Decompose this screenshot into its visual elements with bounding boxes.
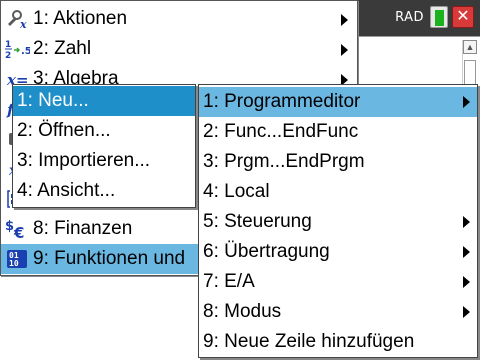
scroll-up-icon[interactable]: ▲ — [463, 40, 477, 54]
submenu-item-uebertragung[interactable]: 6: Übertragung — [199, 237, 477, 267]
submenu-item-local[interactable]: 4: Local — [199, 177, 477, 207]
svg-text:10: 10 — [9, 259, 19, 268]
submenu-item-label: 5: Steuerung — [203, 211, 312, 232]
svg-text:$: $ — [5, 219, 14, 234]
submenu-item-oeffnen[interactable]: 2: Öffnen... — [13, 116, 195, 146]
submenu-item-label: 8: Modus — [203, 301, 282, 322]
functions-programs-icon: 01 10 — [1, 244, 33, 274]
program-editor-submenu: 1: Programmeditor 2: Func...EndFunc 3: P… — [198, 84, 478, 358]
submenu-item-prgm-endprgm[interactable]: 3: Prgm...EndPrgm — [199, 147, 477, 177]
submenu-item-ansicht[interactable]: 4: Ansicht... — [13, 176, 195, 206]
menu-item-zahl[interactable]: 1 2 .5 2: Zahl — [1, 34, 357, 64]
submenu-item-label: 1: Programmeditor — [203, 91, 361, 112]
actions-icon: x — [1, 4, 33, 34]
menu-item-label: 8: Finanzen — [33, 218, 133, 239]
number-icon: 1 2 .5 — [1, 34, 33, 64]
battery-icon — [430, 6, 448, 28]
angle-mode-indicator: RAD — [395, 9, 424, 25]
menu-item-aktionen[interactable]: x 1: Aktionen — [1, 4, 357, 34]
submenu-arrow-icon — [463, 216, 470, 228]
svg-text:.5: .5 — [21, 46, 30, 57]
submenu-item-label: 6: Übertragung — [203, 241, 330, 262]
svg-text:x: x — [19, 18, 27, 30]
submenu-item-modus[interactable]: 8: Modus — [199, 297, 477, 327]
submenu-arrow-icon — [341, 44, 348, 56]
submenu-item-label: 9: Neue Zeile hinzufügen — [203, 331, 415, 352]
menu-item-label: 9: Funktionen und — [33, 248, 186, 269]
submenu-item-label: 7: E/A — [203, 271, 255, 292]
submenu-arrow-icon — [341, 14, 348, 26]
submenu-item-label: 3: Prgm...EndPrgm — [203, 151, 365, 172]
submenu-item-programmeditor[interactable]: 1: Programmeditor — [199, 87, 477, 117]
submenu-item-neu[interactable]: 1: Neu... — [13, 86, 195, 116]
menu-item-label: 1: Aktionen — [33, 8, 128, 29]
close-button[interactable]: ✕ — [452, 6, 474, 28]
submenu-item-neue-zeile[interactable]: 9: Neue Zeile hinzufügen — [199, 327, 477, 357]
submenu-item-label: 2: Func...EndFunc — [203, 121, 359, 142]
submenu-item-importieren[interactable]: 3: Importieren... — [13, 146, 195, 176]
program-submenu: 1: Neu... 2: Öffnen... 3: Importieren...… — [12, 84, 196, 208]
finance-icon: $ € — [1, 214, 33, 244]
status-area: RAD ✕ — [395, 6, 474, 28]
submenu-arrow-icon — [463, 306, 470, 318]
svg-text:2: 2 — [5, 51, 11, 60]
submenu-arrow-icon — [463, 96, 470, 108]
submenu-arrow-icon — [463, 246, 470, 258]
svg-text:€: € — [13, 224, 24, 240]
submenu-item-ea[interactable]: 7: E/A — [199, 267, 477, 297]
submenu-item-func-endfunc[interactable]: 2: Func...EndFunc — [199, 117, 477, 147]
menu-item-label: 2: Zahl — [33, 38, 92, 59]
submenu-item-steuerung[interactable]: 5: Steuerung — [199, 207, 477, 237]
submenu-arrow-icon — [463, 276, 470, 288]
submenu-item-label: 4: Local — [203, 181, 270, 202]
